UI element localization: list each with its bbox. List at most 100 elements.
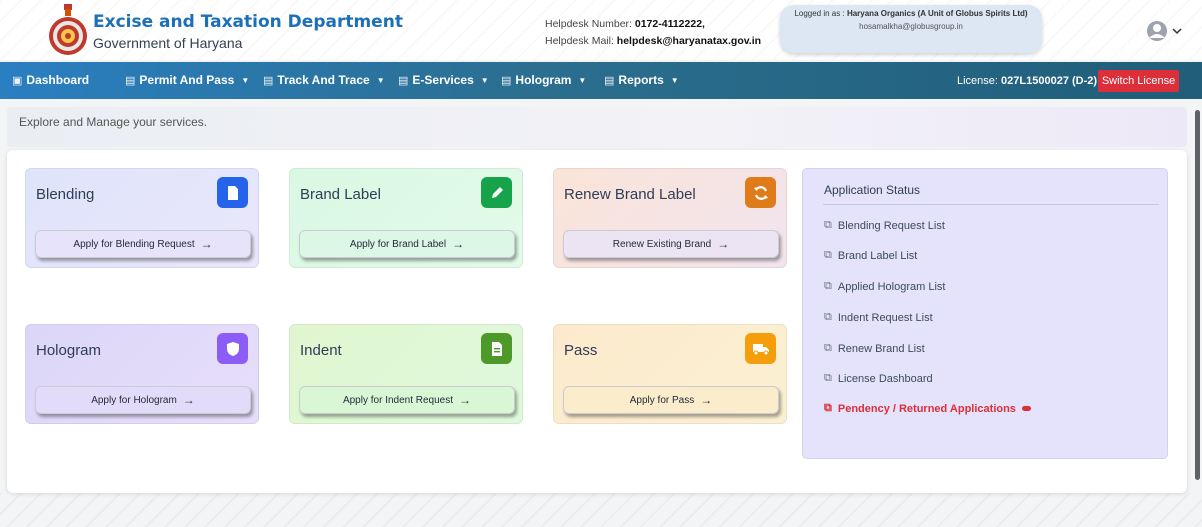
application-status-title: Application Status: [824, 183, 921, 197]
link-blending-request-list[interactable]: ⧉ Blending Request List: [824, 219, 945, 232]
helpdesk-number-label: Helpdesk Number:: [545, 18, 632, 30]
nav-track-and-trace[interactable]: ▤ Track And Trace ▼: [263, 73, 385, 87]
license-value: 027L1500027 (D-2): [1001, 75, 1098, 87]
apply-pass-button[interactable]: Apply for Pass →: [563, 386, 779, 414]
link-license-dashboard[interactable]: ⧉ License Dashboard: [824, 372, 933, 385]
apply-brand-label-button[interactable]: Apply for Brand Label →: [299, 230, 515, 258]
list-icon: ▤: [398, 74, 409, 87]
footer-pattern: [0, 493, 1202, 527]
card-title: Indent: [300, 342, 342, 359]
main-navbar: ▣ Dashboard ▤ Permit And Pass ▼ ▤ Track …: [0, 62, 1202, 99]
divider: [823, 204, 1159, 205]
helpdesk-mail: helpdesk@haryanatax.gov.in: [616, 35, 762, 47]
helpdesk-info: Helpdesk Number: 0172-4112222, Helpdesk …: [545, 16, 761, 50]
logged-in-label: Logged in as :: [794, 9, 845, 18]
logged-in-box: Logged in as : Haryana Organics (A Unit …: [780, 5, 1042, 53]
link-label: Pendency / Returned Applications: [837, 402, 1016, 415]
link-pendency-returned-applications[interactable]: ⧉ Pendency / Returned Applications: [824, 402, 1031, 415]
list-icon: ▤: [263, 74, 274, 87]
nav-permit-and-pass[interactable]: ▤ Permit And Pass ▼: [125, 73, 249, 87]
explore-text: Explore and Manage your services.: [19, 115, 208, 129]
explore-banner: Explore and Manage your services.: [7, 107, 1187, 147]
page-scrollbar[interactable]: [1195, 110, 1200, 480]
link-renew-brand-list[interactable]: ⧉ Renew Brand List: [824, 342, 925, 355]
header: Excise and Taxation Department Governmen…: [0, 0, 1202, 60]
link-label: Indent Request List: [837, 311, 933, 324]
apply-indent-button[interactable]: Apply for Indent Request →: [299, 386, 515, 414]
haryana-emblem-logo: [49, 4, 87, 55]
arrow-right-icon: →: [717, 237, 730, 251]
external-link-icon: ⧉: [824, 219, 832, 231]
button-label: Apply for Pass: [629, 394, 695, 406]
external-link-icon: ⧉: [824, 280, 832, 292]
link-label: License Dashboard: [837, 372, 933, 385]
card-pass: Pass Apply for Pass →: [553, 324, 787, 424]
link-label: Renew Brand List: [837, 342, 925, 355]
button-label: Apply for Brand Label: [349, 238, 447, 250]
external-link-icon: ⧉: [824, 249, 832, 261]
services-panel: Blending Apply for Blending Request → Br…: [7, 150, 1187, 493]
application-status-panel: Application Status ⧉ Blending Request Li…: [802, 168, 1168, 459]
nav-dashboard[interactable]: ▣ Dashboard: [12, 73, 89, 87]
button-label: Apply for Blending Request: [73, 238, 195, 250]
link-label: Applied Hologram List: [837, 280, 946, 293]
button-label: Renew Existing Brand: [612, 238, 712, 250]
department-title: Excise and Taxation Department: [93, 12, 403, 32]
refresh-icon: [745, 177, 776, 208]
chevron-down-icon: ▼: [670, 75, 679, 85]
chevron-down-icon: ▼: [241, 75, 250, 85]
user-email: hosamalkha@globusgroup.in: [859, 22, 963, 31]
dashboard-icon: ▣: [12, 74, 23, 87]
license-info: License: 027L1500027 (D-2): [957, 75, 1097, 87]
button-label: Apply for Indent Request: [342, 394, 454, 406]
arrow-right-icon: →: [700, 393, 713, 407]
nav-hologram-label: Hologram: [515, 73, 572, 87]
card-title: Brand Label: [300, 186, 381, 203]
list-icon: ▤: [125, 74, 136, 87]
link-applied-hologram-list[interactable]: ⧉ Applied Hologram List: [824, 280, 945, 293]
user-menu[interactable]: [1146, 20, 1194, 42]
link-indent-request-list[interactable]: ⧉ Indent Request List: [824, 311, 933, 324]
card-title: Hologram: [36, 342, 102, 359]
link-brand-label-list[interactable]: ⧉ Brand Label List: [824, 249, 917, 262]
arrow-right-icon: →: [459, 393, 472, 407]
document-icon: [217, 177, 248, 208]
list-icon: ▤: [501, 74, 512, 87]
nav-e-services[interactable]: ▤ E-Services ▼: [398, 73, 489, 87]
card-hologram: Hologram Apply for Hologram →: [25, 324, 259, 424]
renew-existing-brand-button[interactable]: Renew Existing Brand →: [563, 230, 779, 258]
nav-permit-label: Permit And Pass: [139, 73, 235, 87]
card-title: Pass: [564, 342, 598, 359]
license-label: License:: [957, 75, 998, 87]
card-blending: Blending Apply for Blending Request →: [25, 168, 259, 268]
arrow-right-icon: →: [182, 393, 195, 407]
button-label: Apply for Hologram: [91, 394, 177, 406]
arrow-right-icon: →: [200, 237, 213, 251]
shield-icon: [217, 333, 248, 364]
switch-license-button[interactable]: Switch License: [1098, 70, 1179, 92]
apply-hologram-button[interactable]: Apply for Hologram →: [35, 386, 251, 414]
external-link-icon: ⧉: [824, 372, 832, 384]
department-subtitle: Government of Haryana: [93, 35, 243, 51]
helpdesk-number: 0172-4112222,: [634, 18, 705, 30]
nav-track-label: Track And Trace: [277, 73, 370, 87]
external-link-icon: ⧉: [824, 402, 832, 414]
apply-blending-button[interactable]: Apply for Blending Request →: [35, 230, 251, 258]
card-title: Blending: [36, 186, 95, 203]
document-icon: [481, 333, 512, 364]
arrow-right-icon: →: [452, 237, 465, 251]
org-name: Haryana Organics (A Unit of Globus Spiri…: [846, 9, 1028, 18]
card-brand-label: Brand Label Apply for Brand Label →: [289, 168, 523, 268]
nav-hologram[interactable]: ▤ Hologram ▼: [501, 73, 586, 87]
nav-reports[interactable]: ▤ Reports ▼: [604, 73, 679, 87]
pencil-icon: [481, 177, 512, 208]
external-link-icon: ⧉: [824, 311, 832, 323]
chevron-down-icon: ▼: [480, 75, 489, 85]
pendency-indicator: [1021, 406, 1031, 411]
list-icon: ▤: [604, 74, 615, 87]
chevron-down-icon: ▼: [578, 75, 587, 85]
external-link-icon: ⧉: [824, 342, 832, 354]
link-label: Blending Request List: [837, 219, 945, 232]
avatar-icon: [1147, 21, 1182, 41]
chevron-down-icon: ▼: [376, 75, 385, 85]
